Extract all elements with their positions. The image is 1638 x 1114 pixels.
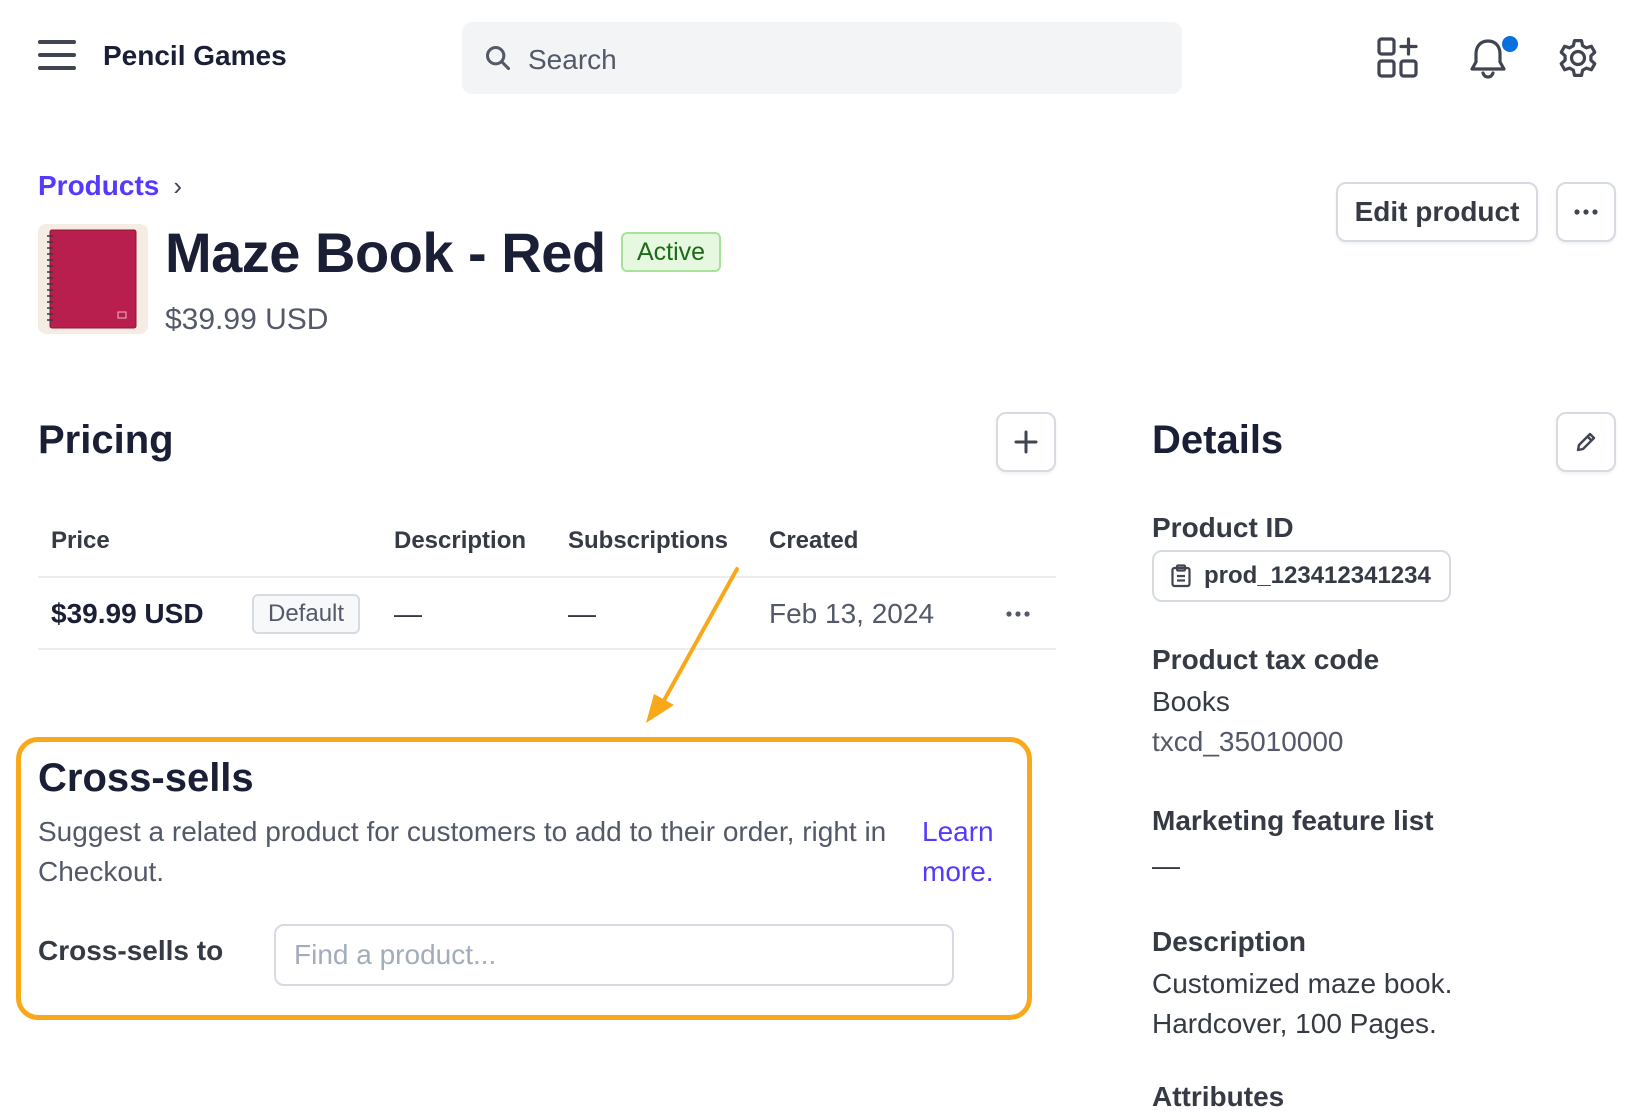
price-subscriptions: — — [568, 598, 596, 629]
status-badge: Active — [621, 232, 722, 272]
description-value: Customized maze book. Hardcover, 100 Pag… — [1152, 968, 1453, 1039]
edit-details-button[interactable] — [1556, 412, 1616, 472]
marketing-feature-label: Marketing feature list — [1152, 805, 1434, 836]
product-id-copy-button[interactable]: prod_123412341234 — [1152, 550, 1451, 602]
more-horizontal-icon — [1574, 209, 1598, 215]
clipboard-icon — [1171, 564, 1191, 588]
plus-icon — [1014, 430, 1038, 454]
pricing-title: Pricing — [38, 418, 174, 462]
tax-code-value: txcd_35010000 — [1152, 726, 1344, 757]
tax-code-label: Product tax code — [1152, 644, 1380, 675]
add-price-button[interactable] — [996, 412, 1056, 472]
cross-sells-description: Suggest a related product for customers … — [38, 816, 887, 887]
search-placeholder: Search — [528, 44, 617, 75]
apps-add-icon[interactable] — [1376, 36, 1420, 80]
product-image — [38, 224, 148, 334]
price-description: — — [394, 598, 422, 629]
account-name[interactable]: Pencil Games — [103, 40, 287, 72]
product-id-value: prod_123412341234 — [1204, 562, 1431, 589]
chevron-right-icon: › — [173, 170, 183, 201]
menu-icon[interactable] — [38, 40, 78, 72]
breadcrumb-products-link[interactable]: Products — [38, 170, 159, 202]
notification-dot — [1502, 36, 1518, 52]
description-label: Description — [1152, 926, 1307, 957]
learn-more-link[interactable]: Learn more. — [922, 812, 1012, 892]
pencil-icon — [1576, 432, 1596, 452]
search-bar[interactable]: Search — [462, 22, 1182, 94]
price-created: Feb 13, 2024 — [769, 598, 935, 629]
top-bar: Pencil Games Search — [0, 0, 1638, 120]
table-divider — [38, 648, 1056, 650]
search-icon — [485, 45, 511, 71]
product-title: Maze Book - Red — [165, 221, 606, 284]
find-product-input[interactable] — [274, 924, 954, 986]
column-header-subscriptions: Subscriptions — [568, 527, 729, 554]
cross-sells-to-label: Cross-sells to — [38, 935, 224, 966]
cross-sells-title: Cross-sells — [38, 756, 254, 800]
product-id-label: Product ID — [1152, 512, 1294, 543]
column-header-description: Description — [394, 527, 527, 554]
settings-gear-icon[interactable] — [1556, 36, 1600, 80]
default-badge: Default — [252, 594, 361, 634]
more-actions-button[interactable] — [1556, 182, 1616, 242]
annotation-arrow-icon — [646, 567, 739, 723]
table-divider — [38, 576, 1056, 578]
marketing-feature-value: — — [1152, 850, 1180, 881]
column-header-price: Price — [51, 527, 110, 554]
column-header-created: Created — [769, 527, 859, 554]
product-price: $39.99 USD — [165, 303, 329, 336]
breadcrumb: Products › — [38, 170, 182, 202]
attributes-label: Attributes — [1152, 1081, 1285, 1112]
tax-code-name: Books — [1152, 686, 1230, 717]
price-amount: $39.99 USD — [51, 598, 204, 629]
edit-product-button[interactable]: Edit product — [1336, 182, 1538, 242]
details-title: Details — [1152, 418, 1284, 462]
row-more-icon[interactable] — [1005, 610, 1031, 618]
